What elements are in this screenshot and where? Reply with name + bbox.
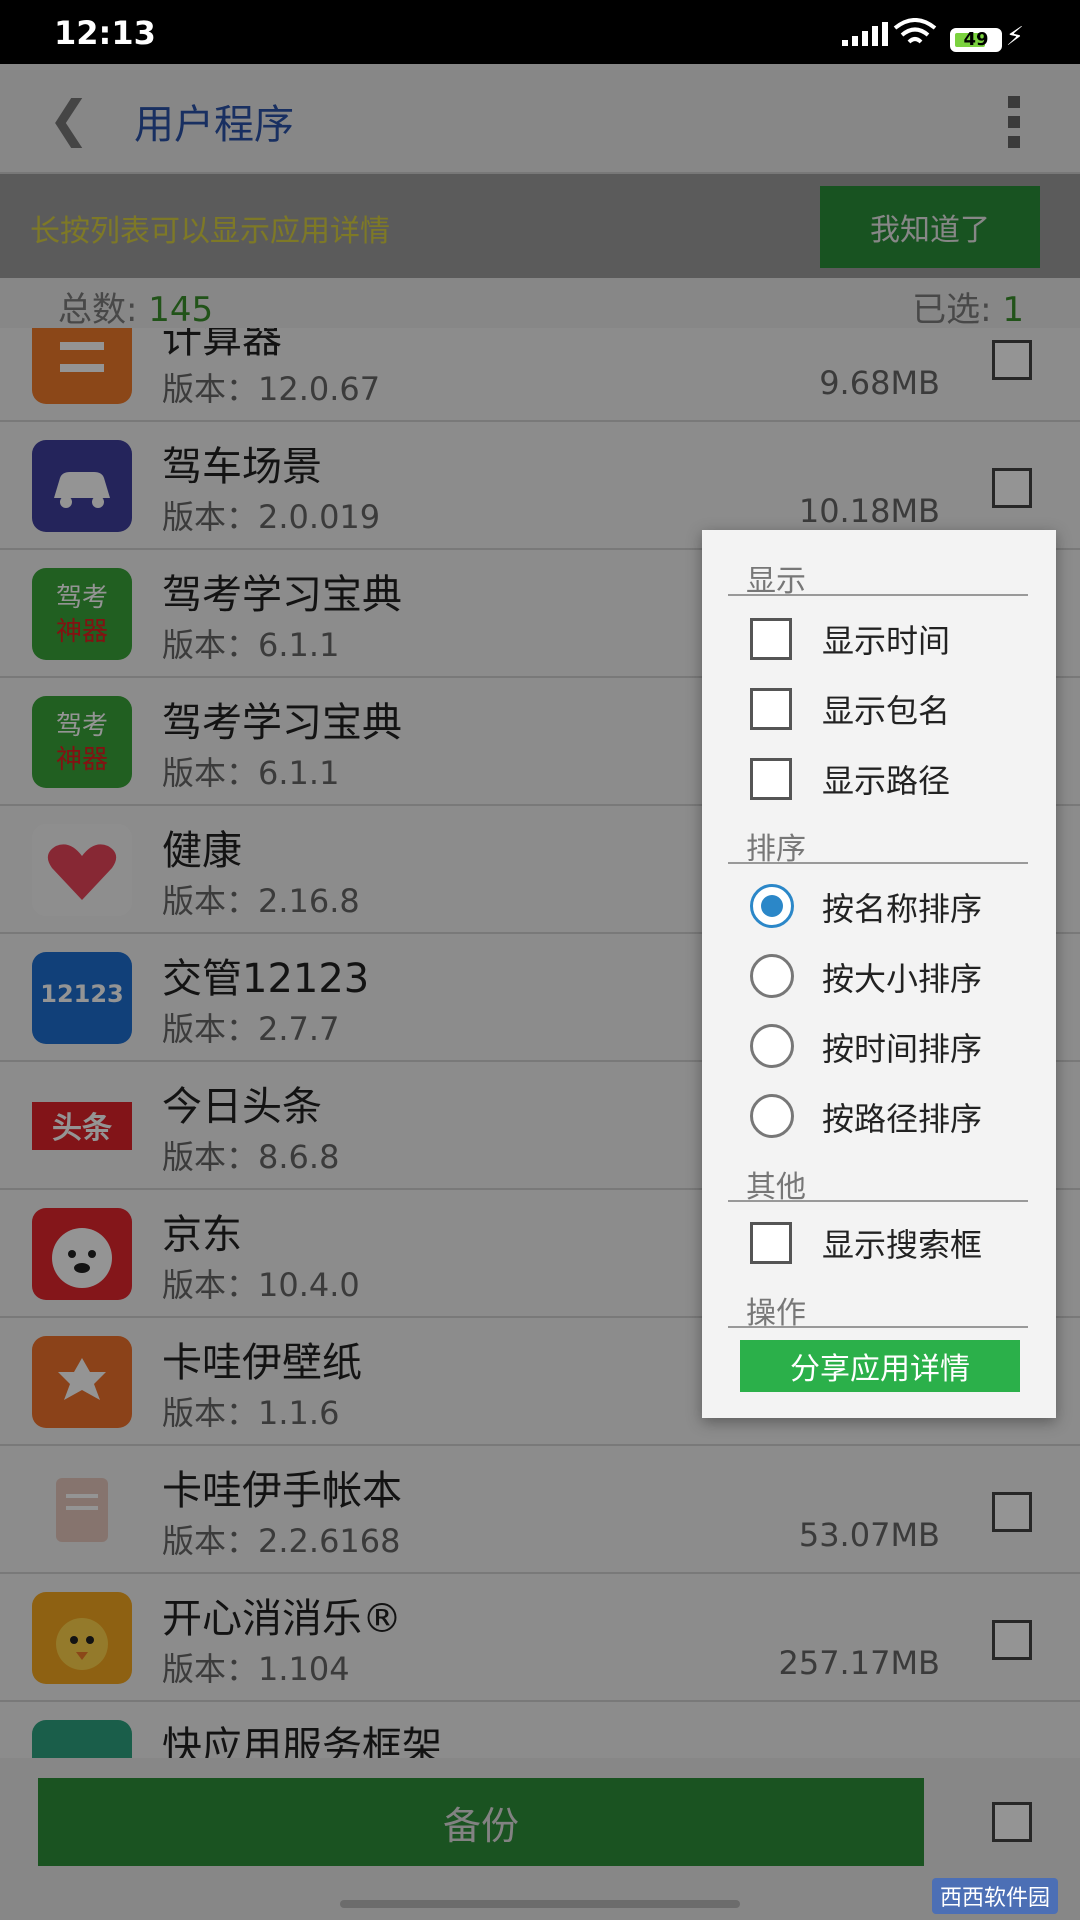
wifi-icon xyxy=(893,18,937,44)
checkbox[interactable] xyxy=(750,758,792,800)
share-app-details-button[interactable]: 分享应用详情 xyxy=(740,1340,1020,1392)
option-label: 显示路径 xyxy=(822,762,951,800)
option-show-time[interactable]: 显示时间 xyxy=(750,616,1050,660)
battery-level: 49 xyxy=(963,29,989,50)
option-label: 按路径排序 xyxy=(822,1100,983,1138)
radio-button[interactable] xyxy=(750,954,794,998)
option-sort-name[interactable]: 按名称排序 xyxy=(750,884,1050,928)
charging-icon: ⚡ xyxy=(1005,22,1024,52)
option-sort-time[interactable]: 按时间排序 xyxy=(750,1024,1050,1068)
option-label: 按名称排序 xyxy=(822,890,983,928)
option-sort-size[interactable]: 按大小排序 xyxy=(750,954,1050,998)
option-label: 按大小排序 xyxy=(822,960,983,998)
option-label: 按时间排序 xyxy=(822,1030,983,1068)
option-show-search[interactable]: 显示搜索框 xyxy=(750,1220,1050,1264)
options-popup: 显示 显示时间 显示包名 显示路径 排序 按名称排序 按大小排序 按时间排序 按… xyxy=(702,530,1056,1418)
battery-icon: 49 xyxy=(950,28,1002,52)
radio-button[interactable] xyxy=(750,1024,794,1068)
checkbox[interactable] xyxy=(750,1222,792,1264)
option-show-path[interactable]: 显示路径 xyxy=(750,756,1050,800)
radio-button[interactable] xyxy=(750,884,794,928)
option-label: 显示搜索框 xyxy=(822,1226,983,1264)
signal-icon xyxy=(842,22,888,46)
checkbox[interactable] xyxy=(750,688,792,730)
checkbox[interactable] xyxy=(750,618,792,660)
status-bar: 12:13 49 ⚡ xyxy=(0,0,1080,64)
option-show-package[interactable]: 显示包名 xyxy=(750,686,1050,730)
option-label: 显示包名 xyxy=(822,692,951,730)
option-label: 显示时间 xyxy=(822,622,951,660)
watermark-logo: 西西软件园 xyxy=(931,1878,1058,1914)
radio-button[interactable] xyxy=(750,1094,794,1138)
option-sort-path[interactable]: 按路径排序 xyxy=(750,1094,1050,1138)
status-time: 12:13 xyxy=(54,14,156,52)
